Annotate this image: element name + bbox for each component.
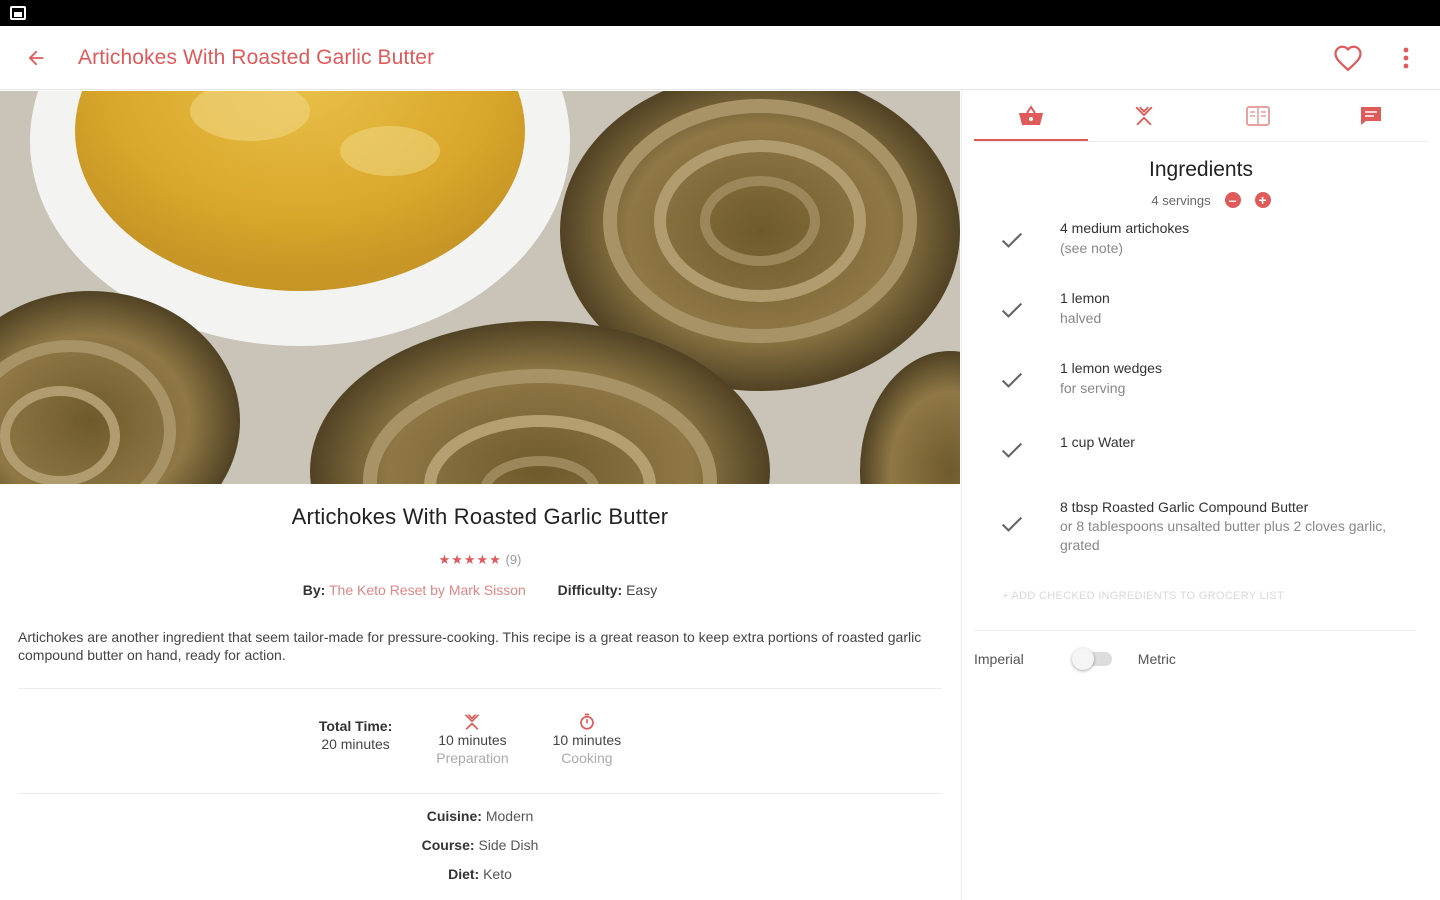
recipe-hero-image: [0, 91, 960, 484]
recipe-title: Artichokes With Roasted Garlic Butter: [291, 504, 669, 529]
ingredient-item[interactable]: 1 lemon halved: [962, 288, 1440, 358]
book-icon: [1245, 106, 1270, 126]
recipe-meta: By: The Keto Reset by Mark Sisson Diffic…: [0, 582, 960, 598]
prep-time: 10 minutes Preparation: [436, 713, 509, 767]
app-bar: Artichokes With Roasted Garlic Butter: [0, 26, 1440, 90]
more-options-button[interactable]: [1386, 38, 1426, 78]
check-icon: [1001, 442, 1023, 458]
ingredient-item[interactable]: 1 cup Water: [962, 428, 1440, 498]
increase-servings-button[interactable]: +: [1254, 192, 1271, 208]
favorite-button[interactable]: [1328, 38, 1368, 78]
difficulty-value: Easy: [626, 582, 658, 598]
cook-time-value: 10 minutes: [552, 732, 622, 748]
course-value: Side Dish: [478, 837, 539, 853]
basket-icon: [1018, 105, 1043, 125]
diet-label: Diet:: [448, 866, 480, 882]
timer-icon: [580, 713, 594, 730]
heart-icon: [1334, 45, 1362, 71]
ingredient-name: 1 cup Water: [1060, 434, 1135, 450]
ingredient-list: 4 medium artichokes (see note) 1 lemon h…: [962, 218, 1440, 568]
ingredient-note: halved: [1060, 310, 1102, 326]
utensils-icon: [1136, 106, 1153, 126]
divider: [974, 141, 1428, 142]
course-label: Course:: [421, 837, 475, 853]
cuisine-row: Cuisine: Modern: [0, 802, 960, 831]
ingredients-panel: Ingredients 4 servings – + 4 medium arti…: [961, 91, 1440, 900]
cook-time: 10 minutes Cooking: [553, 713, 621, 767]
gallery-notification-icon: [10, 6, 26, 20]
difficulty-label: Difficulty:: [557, 582, 623, 598]
total-time-value: 20 minutes: [321, 736, 390, 752]
ingredient-item[interactable]: 4 medium artichokes (see note): [962, 218, 1440, 288]
back-button[interactable]: [0, 26, 72, 90]
more-vert-icon: [1403, 47, 1409, 68]
total-time: Total Time: 20 minutes: [319, 717, 392, 753]
ingredients-heading: Ingredients: [1149, 158, 1253, 181]
cook-time-label: Cooking: [561, 750, 613, 766]
tab-directions[interactable]: [1088, 91, 1202, 141]
active-tab-indicator: [974, 139, 1088, 141]
utensils-icon: [465, 714, 480, 730]
ingredient-name: 1 lemon: [1060, 290, 1110, 306]
tab-nutrition[interactable]: [1201, 91, 1315, 141]
check-icon: [1001, 372, 1023, 388]
check-icon: [1001, 232, 1023, 248]
ingredient-name: 8 tbsp Roasted Garlic Compound Butter: [1060, 499, 1309, 515]
metric-label: Metric: [1137, 651, 1176, 667]
rating[interactable]: ★★★★★ (9): [0, 552, 960, 568]
status-bar: 97% 6:00 AM: [0, 0, 1440, 900]
diet-row: Diet: Keto: [0, 860, 960, 889]
back-arrow-icon: [28, 50, 44, 65]
ingredient-note: (see note): [1060, 240, 1124, 256]
app-bar-title: Artichokes With Roasted Garlic Butter: [78, 45, 435, 69]
prep-time-label: Preparation: [436, 750, 509, 766]
ingredient-name: 4 medium artichokes: [1060, 220, 1190, 236]
recipe-summary: Artichokes are another ingredient that s…: [18, 629, 922, 663]
total-time-label: Total Time:: [318, 718, 393, 734]
check-icon: [1001, 516, 1023, 532]
check-icon: [1001, 302, 1023, 318]
by-label: By:: [302, 582, 326, 598]
tab-comments[interactable]: [1315, 91, 1429, 141]
diet-value: Keto: [483, 866, 512, 882]
tab-ingredients[interactable]: [974, 91, 1088, 141]
author-link[interactable]: The Keto Reset by Mark Sisson: [329, 582, 526, 598]
divider: [18, 688, 942, 689]
ingredient-item[interactable]: 1 lemon wedges for serving: [962, 358, 1440, 428]
recipe-tabs: [974, 91, 1428, 141]
unit-switch[interactable]: [1071, 648, 1112, 670]
recipe-tags: Cuisine: Modern Course: Side Dish Diet: …: [0, 802, 960, 889]
time-info: Total Time: 20 minutes 10 minutes Prepar…: [0, 713, 960, 793]
decrease-servings-button[interactable]: –: [1224, 192, 1241, 208]
ingredient-item[interactable]: 8 tbsp Roasted Garlic Compound Butter or…: [962, 498, 1440, 568]
ingredient-name: 1 lemon wedges: [1060, 360, 1162, 376]
course-row: Course: Side Dish: [0, 831, 960, 860]
unit-toggle: Imperial Metric: [974, 630, 1416, 670]
servings-control: 4 servings – +: [982, 192, 1440, 208]
cuisine-label: Cuisine:: [426, 808, 482, 824]
ingredient-note: for serving: [1060, 380, 1126, 396]
rating-stars: ★★★★★: [438, 552, 502, 567]
ingredient-note: or 8 tablespoons unsalted butter plus 2 …: [1060, 518, 1387, 553]
cuisine-value: Modern: [485, 808, 534, 824]
servings-value: 4 servings: [1151, 192, 1211, 208]
add-to-grocery-list-button[interactable]: + ADD CHECKED INGREDIENTS TO GROCERY LIS…: [1002, 590, 1440, 602]
rating-count: (9): [505, 552, 522, 567]
prep-time-value: 10 minutes: [438, 732, 507, 748]
imperial-label: Imperial: [974, 651, 1024, 667]
divider: [18, 793, 942, 794]
recipe-detail: Artichokes With Roasted Garlic Butter ★★…: [0, 91, 960, 900]
comment-icon: [1361, 107, 1382, 125]
